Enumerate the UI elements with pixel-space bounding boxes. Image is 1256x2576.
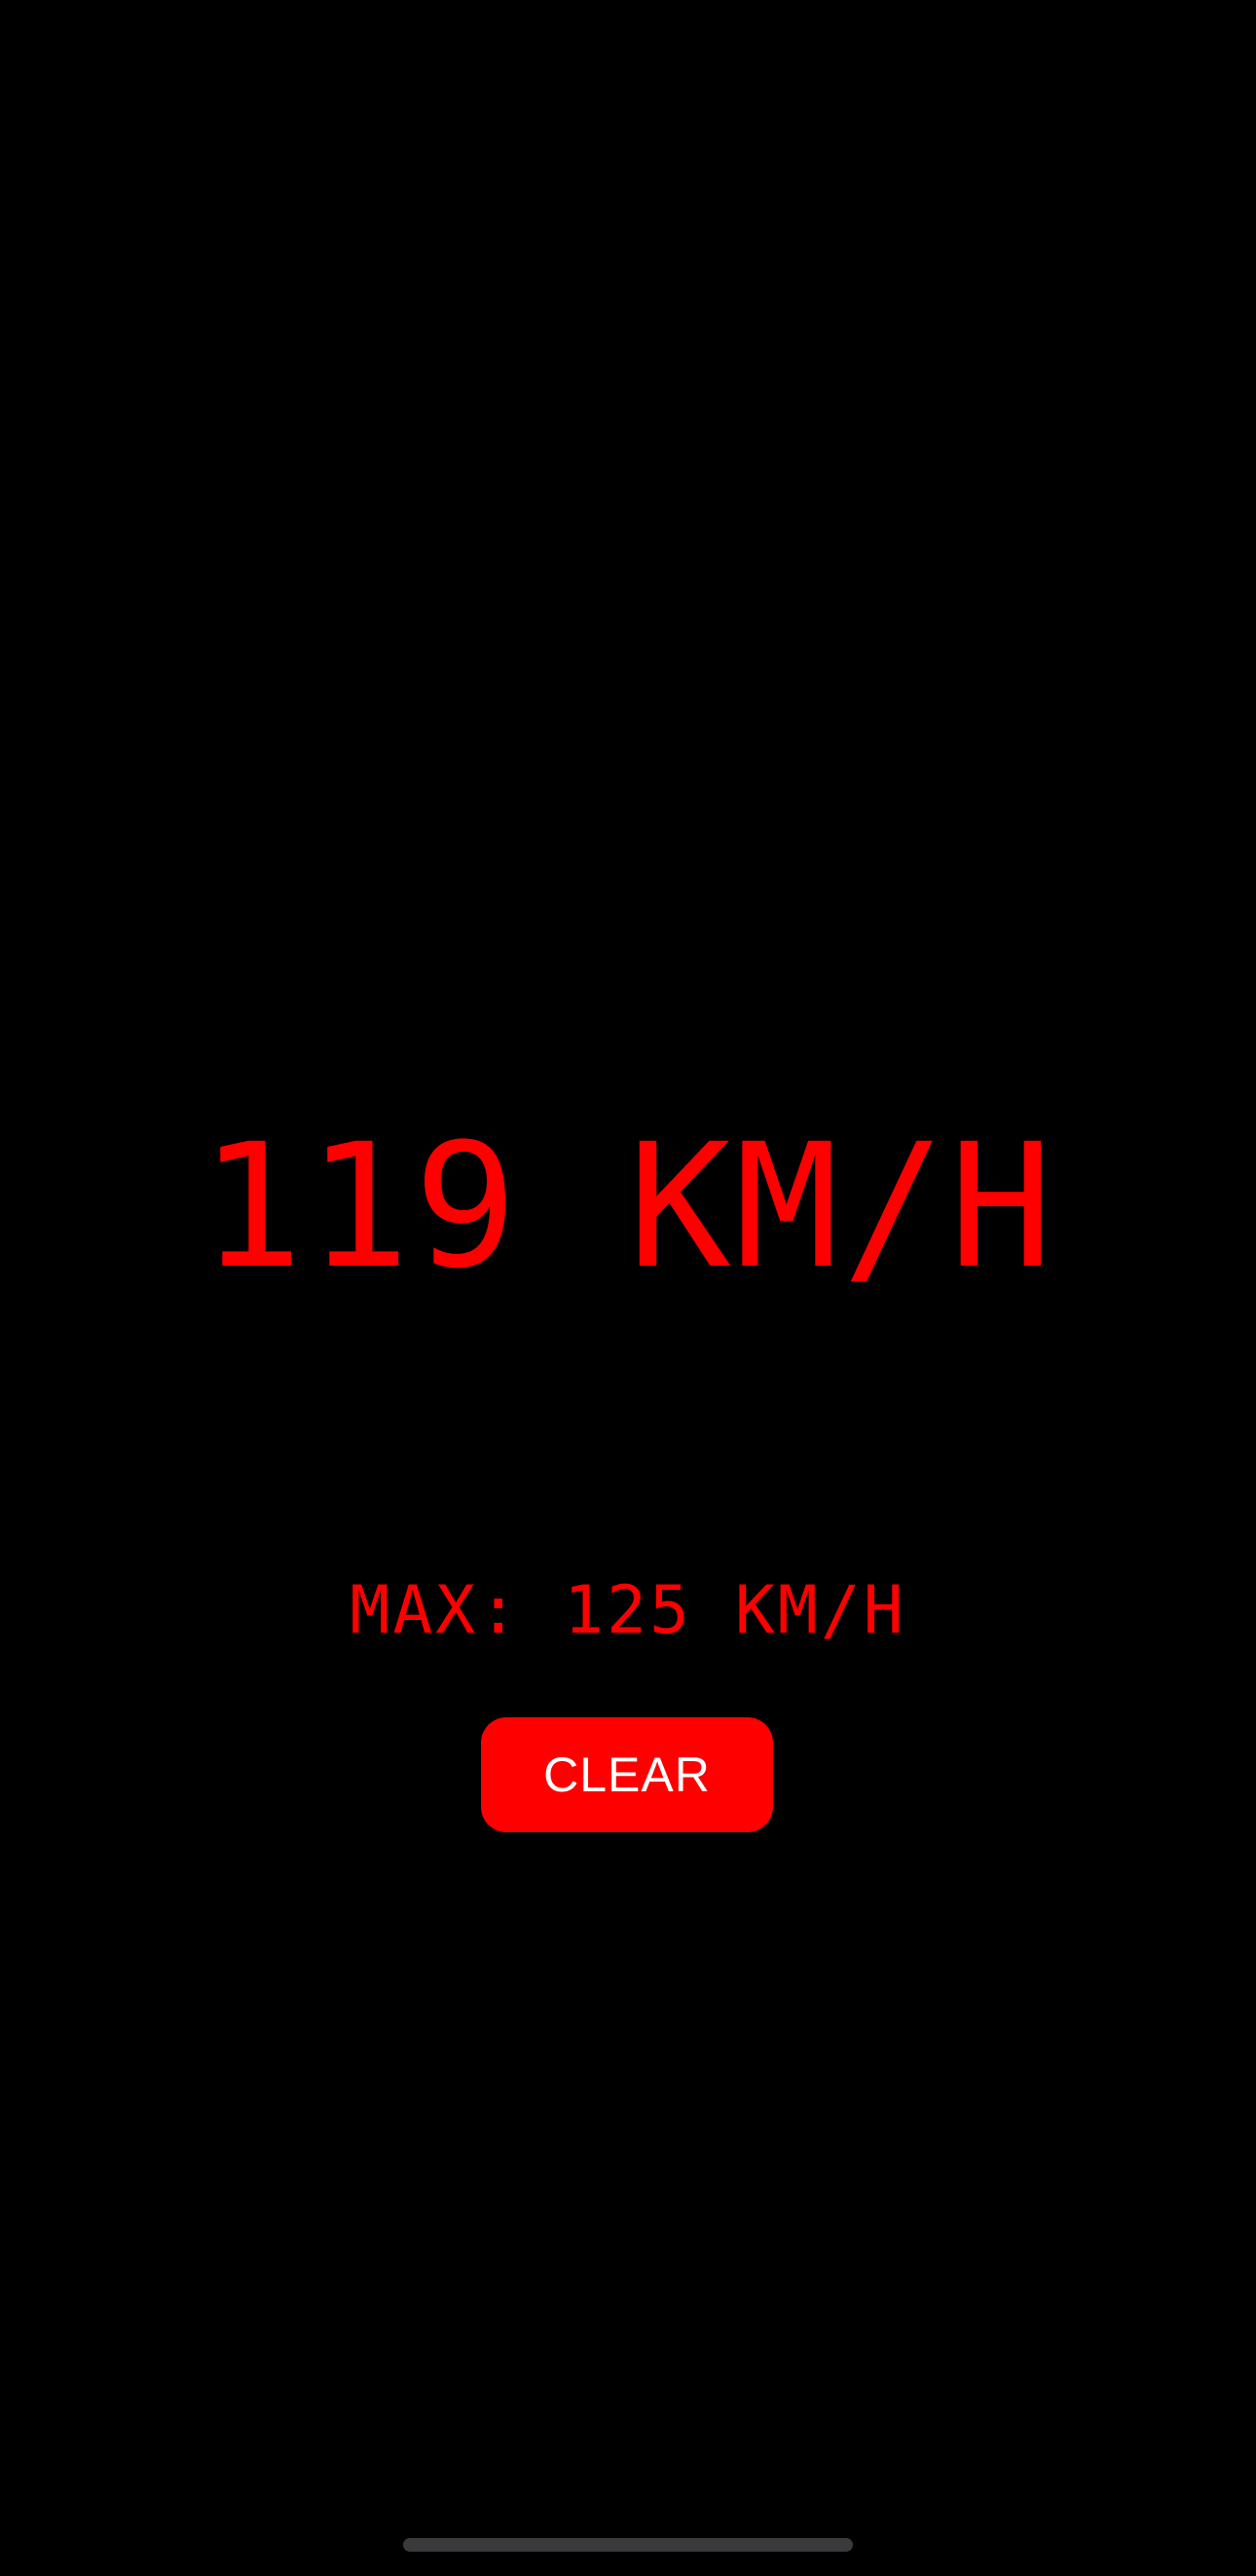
max-speed-label: MAX: 125 KM/H xyxy=(350,1572,906,1649)
home-indicator[interactable] xyxy=(403,2538,853,2552)
clear-button[interactable]: CLEAR xyxy=(481,1717,773,1832)
current-speed-display: 119 KM/H xyxy=(200,1107,1056,1306)
